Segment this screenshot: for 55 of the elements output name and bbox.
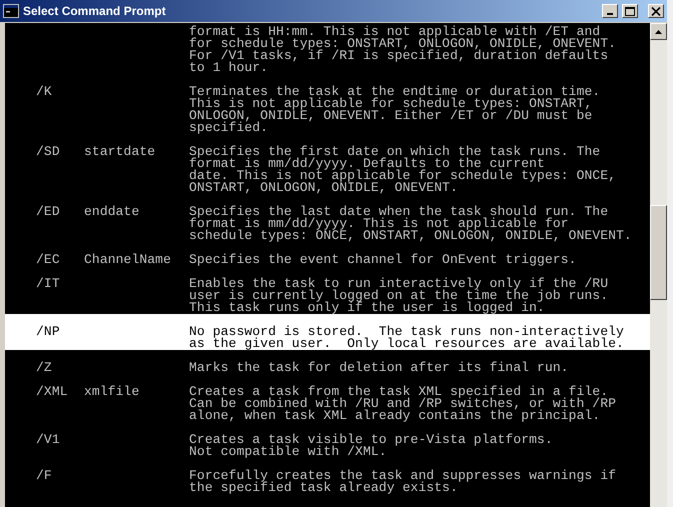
description-line: format is HH:mm. This is not applicable with /ET and <box>189 26 600 38</box>
description-line: date. This is not applicable for schedule types: ONCE, <box>189 170 618 182</box>
description-line: For /V1 tasks, if /RI is specified, duration defaults <box>189 50 610 62</box>
console-icon <box>3 4 19 18</box>
description-line: Specifies the event channel for OnEvent triggers. <box>189 254 578 266</box>
scroll-up-button[interactable] <box>650 23 667 40</box>
description-line: the specified task already exists. <box>189 482 458 494</box>
description-line: Specifies the last date when the task should run. The <box>189 206 610 218</box>
description-line: Not compatible with /XML. <box>189 446 388 458</box>
switch-name: /SD <box>36 144 60 159</box>
argument-name: ChannelName <box>84 252 171 267</box>
description-line: as the given user. Only local resources are available. <box>189 338 625 350</box>
description-line: schedule types: ONCE, ONSTART, ONLOGON, ONIDLE, ONEVENT. <box>189 230 633 242</box>
description-line: No password is stored. The task runs non-interactively <box>189 326 625 338</box>
description-line: Forcefully creates the task and suppresses warnings if <box>189 470 618 482</box>
maximize-icon <box>625 6 635 16</box>
switch-name: /V1 <box>36 432 60 447</box>
switch-name: /EC <box>36 252 60 267</box>
switch-name: /NP <box>36 324 60 339</box>
description-line: This is not applicable for schedule types: ONSTART, <box>189 98 594 110</box>
scrollbar[interactable] <box>650 23 667 507</box>
minimize-button[interactable] <box>602 4 618 18</box>
argument-name: xmlfile <box>84 384 140 399</box>
switch-name: /ED <box>36 204 60 219</box>
description-line: alone, when task XML already contains the principal. <box>189 410 602 422</box>
argument-name: startdate <box>84 144 156 159</box>
description-line: Creates a task visible to pre-Vista platforms. <box>189 434 554 446</box>
description-line: for schedule types: ONSTART, ONLOGON, ONIDLE, ONEVENT. <box>189 38 618 50</box>
description-line: Enables the task to run interactively only if the /RU <box>189 278 610 290</box>
up-arrow-icon <box>655 30 662 34</box>
description-line: specified. <box>189 122 268 134</box>
description-line: This task runs only if the user is logged in. <box>189 302 545 314</box>
close-icon <box>651 6 661 16</box>
description-line: to 1 hour. <box>189 62 268 74</box>
window-title: Select Command Prompt <box>23 4 167 18</box>
minimize-icon <box>607 12 613 14</box>
argument-name: enddate <box>84 204 140 219</box>
close-button[interactable] <box>648 4 664 18</box>
scroll-thumb[interactable] <box>650 205 667 300</box>
description-line: format is mm/dd/yyyy. This is not applicable for <box>189 218 569 230</box>
description-line: ONSTART, ONLOGON, ONIDLE, ONEVENT. <box>189 182 459 194</box>
description-line: Creates a task from the task XML specified in a file. <box>189 386 608 398</box>
description-line: Marks the task for deletion after its final run. <box>189 362 570 374</box>
switch-name: /F <box>36 468 52 483</box>
description-line: user is currently logged on at the time the job runs. <box>189 290 610 302</box>
maximize-button[interactable] <box>622 4 638 18</box>
switch-name: /IT <box>36 276 60 291</box>
description-line: ONLOGON, ONIDLE, ONEVENT. Either /ET or /DU must be <box>189 110 594 122</box>
description-line: Specifies the first date on which the task runs. The <box>189 146 602 158</box>
switch-name: /Z <box>36 360 52 375</box>
switch-name: /K <box>36 84 52 99</box>
description-line: format is mm/dd/yyyy. Defaults to the current <box>189 158 545 170</box>
switch-name: /XML <box>36 384 68 399</box>
description-line: Terminates the task at the endtime or duration time. <box>189 86 602 98</box>
description-line: Can be combined with /RU and /RP switches, or with /RP <box>189 398 618 410</box>
